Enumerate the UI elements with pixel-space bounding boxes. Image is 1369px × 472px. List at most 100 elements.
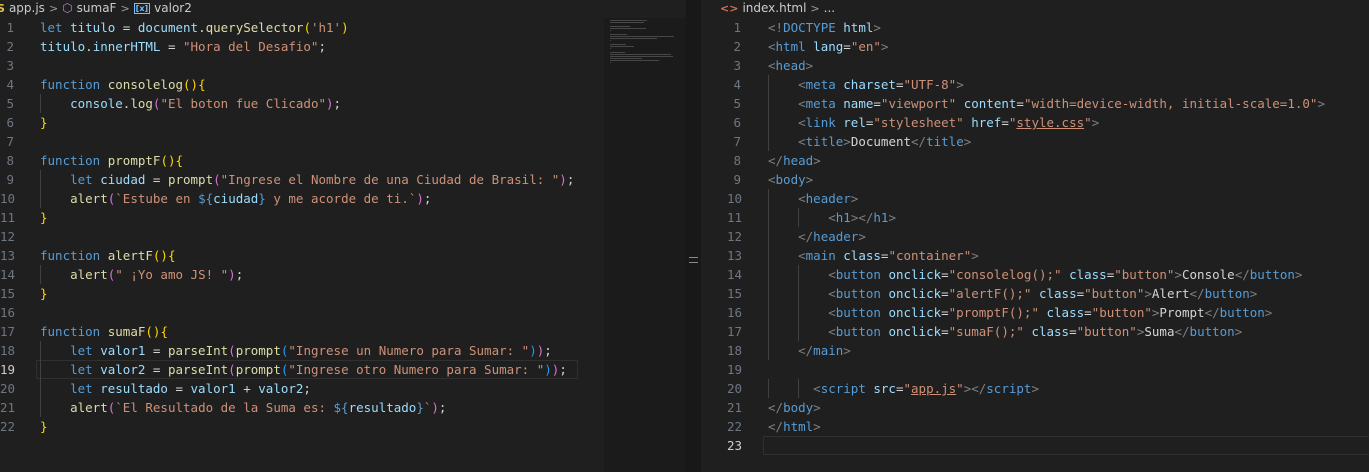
- code-token: "UTF-8": [903, 77, 957, 92]
- code-token: >: [805, 172, 814, 187]
- code-token: <: [798, 77, 806, 92]
- line-number: 11: [0, 210, 16, 225]
- code-token: "container": [888, 248, 972, 263]
- code-token: "viewport": [880, 96, 957, 111]
- code-token: ): [559, 172, 567, 187]
- code-token: let: [70, 343, 93, 358]
- code-text: <title>Document</title>: [768, 132, 971, 151]
- code-token: =: [941, 267, 949, 282]
- code-token: Suma: [1144, 324, 1175, 339]
- minimap-line: [610, 40, 611, 41]
- code-token: parseInt: [167, 343, 229, 358]
- code-text: let ciudad = prompt("Ingrese el Nombre d…: [40, 170, 574, 189]
- code-token: onclick: [888, 324, 942, 339]
- breadcrumb-variable[interactable]: [x] valor2: [133, 0, 192, 17]
- code-text: function consolelog(){: [40, 75, 206, 94]
- indent-guide: [40, 398, 41, 417]
- code-token: (: [228, 362, 236, 377]
- breadcrumb-function[interactable]: ⬡ sumaF: [62, 0, 116, 17]
- code-token: alertF: [107, 248, 153, 263]
- code-token: =: [895, 77, 904, 92]
- minimap-line: [610, 20, 647, 21]
- line-number: 16: [0, 305, 16, 320]
- code-token: =: [1001, 115, 1009, 130]
- code-token: >: [1294, 267, 1303, 282]
- code-token: name: [843, 96, 874, 111]
- code-text: }: [40, 417, 48, 436]
- code-token: +: [235, 381, 259, 396]
- code-text: <button onclick="consolelog();" class="b…: [768, 265, 1302, 284]
- code-token: ": [903, 381, 912, 396]
- code-token: ></: [850, 210, 874, 225]
- code-token: <: [828, 324, 836, 339]
- code-token: }: [40, 115, 48, 130]
- right-editor-pane[interactable]: <> index.html > ... 1 <!DOCTYPE html> 2 <ht…: [701, 0, 1369, 472]
- code-token: >: [1234, 324, 1243, 339]
- code-token: >: [805, 58, 814, 73]
- line-number: 4: [733, 77, 741, 92]
- indent-guide: [40, 94, 41, 113]
- code-token: "stylesheet": [873, 115, 964, 130]
- line-number: 21: [0, 400, 16, 415]
- breadcrumb-function-label: sumaF: [76, 1, 117, 15]
- line-number: 5: [6, 96, 14, 111]
- code-token: "El boton fue Clicado": [160, 96, 327, 111]
- indent-guide: [768, 208, 769, 227]
- code-token: <!: [768, 20, 784, 35]
- code-token: ;: [303, 381, 311, 396]
- code-text: }: [40, 113, 48, 132]
- code-token: h1: [873, 210, 889, 225]
- code-token: valor2: [100, 362, 146, 377]
- code-token: button: [835, 267, 881, 282]
- indent-guide: [768, 75, 769, 94]
- code-token: >: [813, 400, 821, 415]
- minimap[interactable]: [604, 18, 686, 472]
- code-token: .: [85, 39, 93, 54]
- code-token: }: [40, 286, 48, 301]
- line-number: 17: [0, 324, 16, 339]
- code-token: style.css: [1016, 115, 1085, 130]
- line-number: 2: [6, 39, 14, 54]
- code-token: "width=device-width, initial-scale=1.0": [1023, 96, 1318, 111]
- code-token: >: [1249, 286, 1258, 301]
- code-token: h1: [835, 210, 851, 225]
- code-token: script: [986, 381, 1032, 396]
- line-number: 8: [733, 153, 741, 168]
- code-token: onclick: [888, 286, 942, 301]
- code-text: <h1></h1>: [768, 208, 896, 227]
- code-token: charset: [843, 77, 896, 92]
- code-text: <button onclick="sumaF();" class="button…: [768, 322, 1242, 341]
- left-editor-pane[interactable]: S app.js > ⬡ sumaF > [x] valor2 1 let tit…: [0, 0, 686, 472]
- breadcrumb-file[interactable]: <> index.html: [720, 0, 806, 17]
- code-token: "button": [1114, 267, 1175, 282]
- code-token: "Ingrese un Numero para Sumar: ": [288, 343, 530, 358]
- minimap-line: [610, 28, 646, 29]
- code-token: =: [160, 39, 183, 54]
- editor-splitter[interactable]: [686, 0, 701, 472]
- code-token: prompt: [235, 362, 281, 377]
- code-token: <: [798, 248, 806, 263]
- code-text: </html>: [768, 417, 821, 436]
- code-token: >: [813, 153, 821, 168]
- minimap-line: [610, 56, 673, 57]
- javascript-file-icon: S: [0, 2, 5, 15]
- code-token: <: [828, 210, 836, 225]
- minimap-line: [610, 60, 659, 61]
- code-token: </: [798, 229, 814, 244]
- code-text: alert(`Estube en ${ciudad} y me acorde d…: [40, 189, 431, 208]
- code-token: main: [813, 343, 844, 358]
- function-symbol-icon: ⬡: [62, 1, 73, 15]
- code-token: innerHTML: [92, 39, 161, 54]
- chevron-right-icon: >: [120, 2, 130, 15]
- breadcrumb-more[interactable]: ...: [824, 0, 835, 17]
- code-token: {: [167, 248, 176, 263]
- indent-guide: [768, 265, 769, 284]
- indent-guide: [40, 360, 41, 379]
- breadcrumb-file[interactable]: S app.js: [0, 0, 45, 17]
- line-number: 7: [733, 134, 741, 149]
